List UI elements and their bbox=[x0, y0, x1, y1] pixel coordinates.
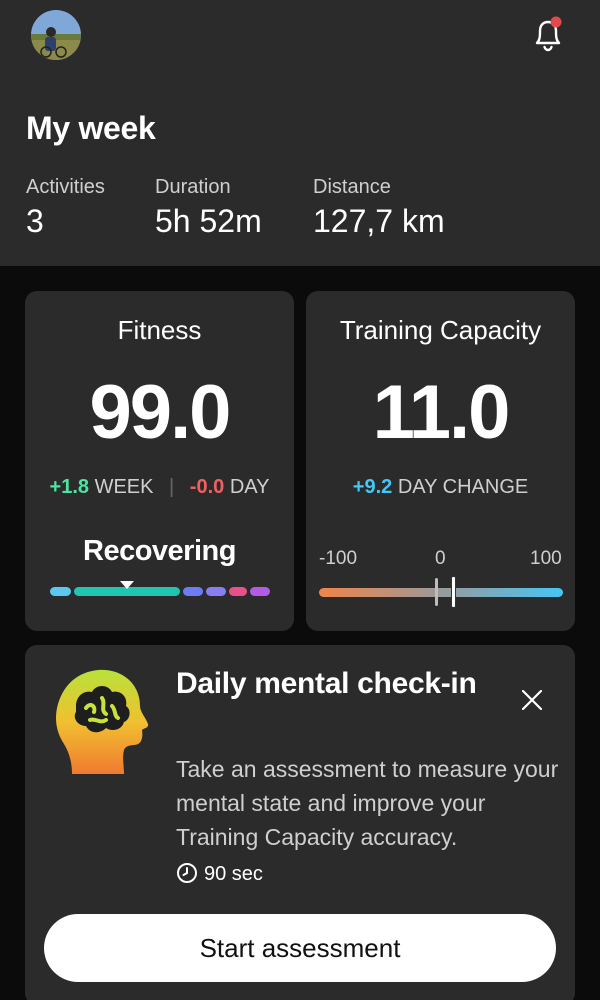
stat-duration: Duration 5h 52m bbox=[155, 176, 262, 240]
fitness-week-change: +1.8 bbox=[49, 476, 89, 498]
divider: | bbox=[169, 476, 175, 498]
stat-value: 127,7 km bbox=[313, 203, 445, 239]
stat-value: 5h 52m bbox=[155, 203, 262, 239]
scale-segment bbox=[183, 587, 203, 596]
close-icon bbox=[521, 689, 543, 711]
previous-value-marker bbox=[435, 578, 439, 606]
stat-value: 3 bbox=[26, 203, 44, 239]
fitness-value: 99.0 bbox=[89, 370, 232, 455]
duration-text: 90 sec bbox=[204, 863, 263, 885]
notification-badge bbox=[550, 16, 562, 28]
fitness-title: Fitness bbox=[117, 315, 202, 345]
scale-segment bbox=[50, 587, 71, 596]
scale-max-label: 100 bbox=[530, 548, 562, 569]
close-button[interactable] bbox=[516, 684, 548, 716]
scale-segment bbox=[250, 587, 270, 596]
training-capacity-gradient-bar bbox=[319, 588, 563, 597]
start-assessment-button[interactable]: Start assessment bbox=[44, 914, 556, 982]
scale-marker-icon bbox=[120, 581, 134, 589]
stat-label: Duration bbox=[155, 176, 231, 198]
avatar[interactable] bbox=[31, 10, 81, 60]
bell-icon bbox=[535, 16, 562, 52]
scale-min-label: -100 bbox=[319, 548, 358, 569]
stat-label: Distance bbox=[313, 176, 391, 198]
current-value-marker bbox=[451, 576, 457, 608]
profile-photo-icon bbox=[31, 10, 81, 60]
fitness-day-change: -0.0 bbox=[189, 476, 225, 498]
stat-distance: Distance 127,7 km bbox=[313, 176, 445, 240]
brain-head-icon bbox=[50, 666, 156, 776]
fitness-day-label: DAY bbox=[229, 476, 270, 498]
training-capacity-card[interactable]: Training Capacity 11.0 +9.2 DAY CHANGE bbox=[306, 291, 575, 631]
checkin-duration: 90 sec bbox=[176, 862, 263, 886]
scale-mid-label: 0 bbox=[435, 548, 446, 569]
training-capacity-day-change: +9.2 bbox=[352, 476, 393, 498]
page-title: My week bbox=[26, 110, 156, 146]
fitness-week-label: WEEK bbox=[94, 476, 154, 498]
weekly-summary-header: My week Activities 3 Duration 5h 52m Dis… bbox=[0, 0, 600, 266]
training-capacity-value: 11.0 bbox=[372, 370, 511, 455]
scale-segment bbox=[206, 587, 226, 596]
fitness-card[interactable]: Fitness 99.0 +1.8 WEEK | -0.0 DAY Recove… bbox=[25, 291, 294, 631]
checkin-title: Daily mental check-in bbox=[176, 667, 477, 700]
training-capacity-day-label: DAY CHANGE bbox=[397, 476, 529, 498]
fitness-changes: +1.8 WEEK | -0.0 DAY bbox=[25, 476, 294, 499]
stat-label: Activities bbox=[26, 176, 105, 198]
clock-icon bbox=[177, 863, 197, 883]
notifications-button[interactable] bbox=[528, 14, 568, 54]
training-capacity-title: Training Capacity bbox=[339, 315, 542, 345]
scale-segment bbox=[229, 587, 247, 596]
training-capacity-change: +9.2 DAY CHANGE bbox=[306, 476, 575, 499]
stat-activities: Activities 3 bbox=[26, 176, 105, 240]
checkin-description: Take an assessment to measure your menta… bbox=[176, 756, 559, 850]
fitness-status: Recovering bbox=[83, 535, 236, 567]
